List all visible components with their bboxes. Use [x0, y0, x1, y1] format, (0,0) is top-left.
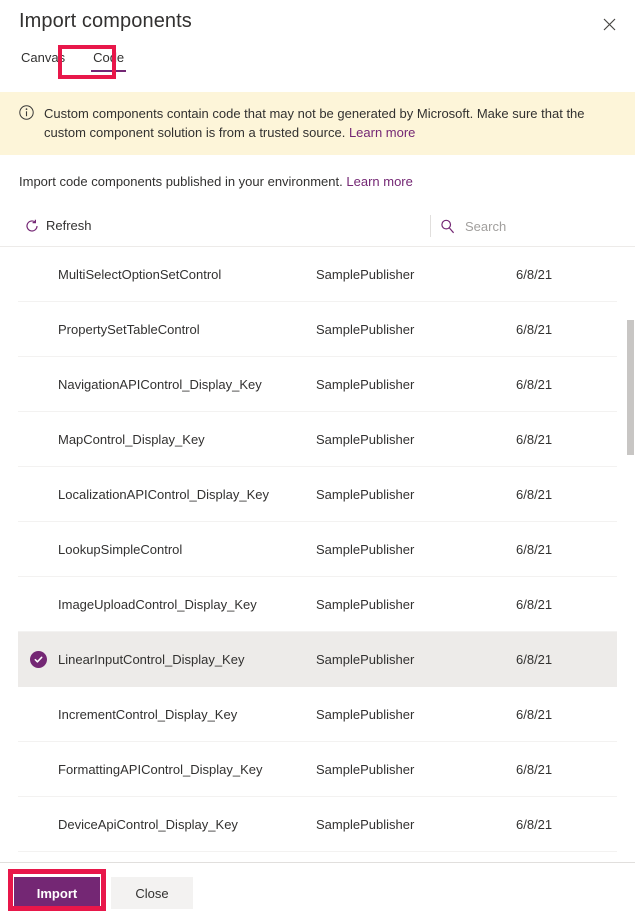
row-date: 6/8/21 [516, 432, 552, 447]
row-date: 6/8/21 [516, 487, 552, 502]
row-component-name: MultiSelectOptionSetControl [58, 267, 316, 282]
row-date: 6/8/21 [516, 542, 552, 557]
close-icon [603, 18, 616, 31]
row-date: 6/8/21 [516, 322, 552, 337]
row-date: 6/8/21 [516, 817, 552, 832]
tab-code[interactable]: Code [91, 46, 126, 74]
row-publisher: SamplePublisher [316, 267, 516, 282]
close-button[interactable] [593, 8, 625, 40]
dialog-footer: Import Close [0, 862, 635, 921]
page-title: Import components [19, 10, 192, 33]
row-component-name: PropertySetTableControl [58, 322, 316, 337]
row-component-name: IncrementControl_Display_Key [58, 707, 316, 722]
table-row[interactable]: FormattingAPIControl_Display_KeySamplePu… [18, 742, 617, 797]
row-component-name: LocalizationAPIControl_Display_Key [58, 487, 316, 502]
search-icon [440, 219, 455, 234]
table-row[interactable]: ImageUploadControl_Display_KeySamplePubl… [18, 577, 617, 632]
tab-list: Canvas Code [0, 46, 635, 82]
row-publisher: SamplePublisher [316, 432, 516, 447]
import-button[interactable]: Import [14, 877, 100, 909]
table-row[interactable]: PropertySetTableControlSamplePublisher6/… [18, 302, 617, 357]
refresh-label: Refresh [46, 218, 92, 233]
subtitle-text: Import code components published in your… [19, 174, 343, 189]
table-row[interactable]: LocalizationAPIControl_Display_KeySample… [18, 467, 617, 522]
row-component-name: NavigationAPIControl_Display_Key [58, 377, 316, 392]
list-scrollbar[interactable] [627, 247, 634, 867]
table-row[interactable]: IncrementControl_Display_KeySamplePublis… [18, 687, 617, 742]
row-date: 6/8/21 [516, 377, 552, 392]
search-input[interactable] [465, 219, 615, 234]
close-dialog-button[interactable]: Close [111, 877, 193, 909]
search-box[interactable] [440, 213, 615, 239]
row-publisher: SamplePublisher [316, 707, 516, 722]
row-publisher: SamplePublisher [316, 817, 516, 832]
row-component-name: DeviceApiControl_Display_Key [58, 817, 316, 832]
row-date: 6/8/21 [516, 652, 552, 667]
row-publisher: SamplePublisher [316, 597, 516, 612]
warning-text: Custom components contain code that may … [44, 104, 611, 142]
row-component-name: LookupSimpleControl [58, 542, 316, 557]
table-row[interactable]: MultiSelectOptionSetControlSamplePublish… [18, 247, 617, 302]
command-bar: Refresh [0, 205, 635, 247]
list-scrollbar-thumb[interactable] [627, 320, 634, 455]
row-publisher: SamplePublisher [316, 322, 516, 337]
row-publisher: SamplePublisher [316, 377, 516, 392]
subtitle: Import code components published in your… [0, 155, 635, 191]
row-select-cell[interactable] [18, 651, 58, 668]
row-date: 6/8/21 [516, 597, 552, 612]
table-row[interactable]: LookupSimpleControlSamplePublisher6/8/21 [18, 522, 617, 577]
command-bar-divider [430, 215, 431, 237]
table-row[interactable]: MapControl_Display_KeySamplePublisher6/8… [18, 412, 617, 467]
row-date: 6/8/21 [516, 762, 552, 777]
row-publisher: SamplePublisher [316, 762, 516, 777]
component-list: MultiSelectOptionSetControlSamplePublish… [0, 247, 635, 852]
warning-learn-more-link[interactable]: Learn more [349, 125, 415, 140]
row-publisher: SamplePublisher [316, 542, 516, 557]
table-row[interactable]: NavigationAPIControl_Display_KeySamplePu… [18, 357, 617, 412]
row-date: 6/8/21 [516, 707, 552, 722]
warning-banner: Custom components contain code that may … [0, 92, 635, 155]
row-date: 6/8/21 [516, 267, 552, 282]
table-row[interactable]: DeviceApiControl_Display_KeySamplePublis… [18, 797, 617, 852]
tab-canvas[interactable]: Canvas [19, 46, 67, 74]
row-component-name: FormattingAPIControl_Display_Key [58, 762, 316, 777]
component-list-container: MultiSelectOptionSetControlSamplePublish… [0, 247, 635, 867]
table-row[interactable]: LinearInputControl_Display_KeySamplePubl… [18, 632, 617, 687]
row-component-name: ImageUploadControl_Display_Key [58, 597, 316, 612]
row-publisher: SamplePublisher [316, 652, 516, 667]
refresh-icon [25, 219, 39, 233]
check-circle-icon [30, 651, 47, 668]
row-component-name: LinearInputControl_Display_Key [58, 652, 316, 667]
info-icon [19, 105, 34, 125]
refresh-button[interactable]: Refresh [19, 214, 98, 237]
dialog-header: Import components [0, 0, 635, 46]
subtitle-learn-more-link[interactable]: Learn more [346, 174, 412, 189]
row-publisher: SamplePublisher [316, 487, 516, 502]
row-component-name: MapControl_Display_Key [58, 432, 316, 447]
warning-message: Custom components contain code that may … [44, 106, 585, 140]
